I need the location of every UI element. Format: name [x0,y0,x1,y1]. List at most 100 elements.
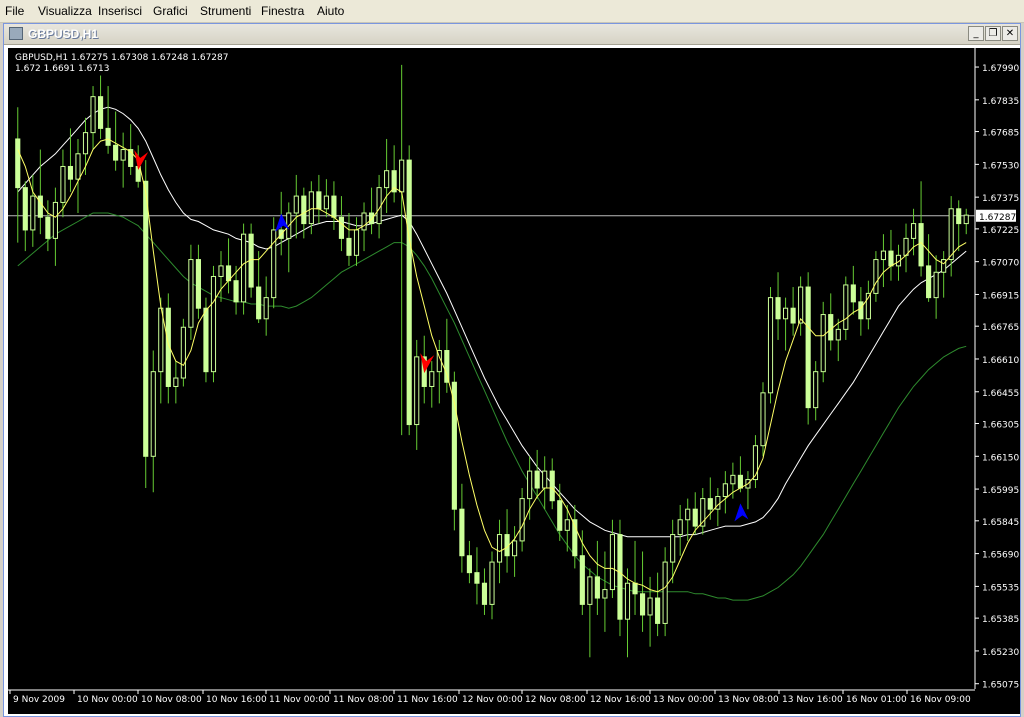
candle-body [82,132,89,155]
candle-body [798,286,804,324]
candle-body [346,237,352,256]
candle-body [632,582,638,595]
candle-body [301,195,307,225]
candle-body [805,286,811,409]
y-tick-label: 1.67990 [982,64,1019,74]
candle-body [579,555,585,605]
candle-body [910,223,917,239]
candle-body [647,597,653,616]
y-tick-label: 1.67835 [982,97,1019,107]
candle-body [685,508,691,521]
candle-body [888,250,894,267]
candle-body [308,191,314,225]
candle-body [429,371,435,387]
x-tick-label: 10 Nov 08:00 [141,695,202,705]
x-tick-label: 13 Nov 08:00 [718,695,779,705]
candle-body [97,96,104,129]
candle-body [760,392,766,447]
menu-bar: File Visualizza Inserisci Grafici Strumenti F… [0,0,1024,23]
restore-button[interactable]: ❐ [985,26,1001,41]
menu-finestra[interactable]: Finestra [261,4,304,18]
candle-body [241,233,247,303]
candle-body [783,307,789,320]
candle-body [158,307,164,373]
price-chart[interactable]: 1.67990 1.67835 1.67685 1.67530 1.67375 1.672… [8,48,1020,714]
candle-body [609,534,616,591]
candle-body [15,138,21,189]
candle-body [534,470,540,489]
buy-signal-arrow [734,503,749,522]
candle-body [873,259,879,294]
candle-body [655,597,661,624]
candle-body [707,498,713,510]
y-tick-label: 1.65690 [982,551,1019,561]
candle-body [143,180,149,457]
candle-body [948,208,954,261]
candle-body [880,250,887,261]
y-tick-label: 1.66765 [982,323,1019,333]
candle-body [271,229,277,299]
candle-body [617,534,623,620]
menu-visualizza[interactable]: Visualizza [38,4,92,18]
menu-file[interactable]: File [5,4,24,18]
candle-body [368,212,375,225]
candle-body [466,555,472,574]
candle-body [361,212,367,231]
y-tick-label: 1.67375 [982,194,1019,204]
candle-body [316,191,322,210]
y-tick-label: 1.65995 [982,486,1019,496]
candle-body [218,265,224,277]
y-tick-label: 1.67070 [982,259,1019,269]
x-tick-label: 12 Nov 08:00 [525,695,586,705]
y-tick-label: 1.65075 [982,681,1019,691]
menu-grafici[interactable]: Grafici [153,4,188,18]
candle-body [496,534,503,563]
x-tick-label: 12 Nov 16:00 [590,695,651,705]
candle-body [113,144,119,161]
close-button[interactable]: ✕ [1002,26,1018,41]
candle-body [444,350,450,383]
candle-body [474,572,480,584]
candle-body [105,127,111,146]
current-price-label: 1.67287 [979,213,1016,223]
candle-body [775,297,781,320]
candle-body [662,561,668,624]
candle-body [624,582,631,620]
x-tick-label: 9 Nov 2009 [13,695,65,705]
candle-body [828,314,834,341]
candle-body [519,498,525,542]
y-tick-label: 1.66305 [982,421,1019,431]
x-tick-label: 12 Nov 00:00 [462,695,523,705]
candle-body [45,216,51,239]
moving-average-slow [17,212,967,601]
x-tick-label: 13 Nov 16:00 [782,695,843,705]
y-tick-label: 1.66455 [982,389,1019,399]
candle-body [963,214,969,225]
candle-body [843,284,849,330]
candle-body [263,297,269,320]
candle-body [120,149,126,161]
candle-body [414,356,420,426]
candle-body [813,371,819,409]
candle-body [22,187,28,231]
candle-body [90,96,96,134]
candle-body [549,470,555,502]
candle-body [203,307,209,373]
chart-area[interactable]: 1.67990 1.67835 1.67685 1.67530 1.67375 1.672… [8,48,1020,714]
menu-inserisci[interactable]: Inserisci [98,4,142,18]
menu-aiuto[interactable]: Aiuto [317,4,344,18]
candle-body [850,284,856,303]
candle-body [338,216,345,239]
candle-body [722,483,728,497]
candle-body [293,195,299,214]
candle-body [564,519,570,531]
y-tick-label: 1.65230 [982,648,1019,658]
candle-body [737,474,743,489]
candle-body [542,470,548,489]
y-tick-label: 1.66610 [982,356,1019,366]
candle-body [210,275,217,373]
minimize-button[interactable]: _ [968,26,984,41]
chart-info-ohlc: GBPUSD,H1 1.67275 1.67308 1.67248 1.6728… [15,53,228,63]
window-titlebar[interactable]: GBPUSD,H1 _ ❐ ✕ [4,24,1020,45]
menu-strumenti[interactable]: Strumenti [200,4,251,18]
